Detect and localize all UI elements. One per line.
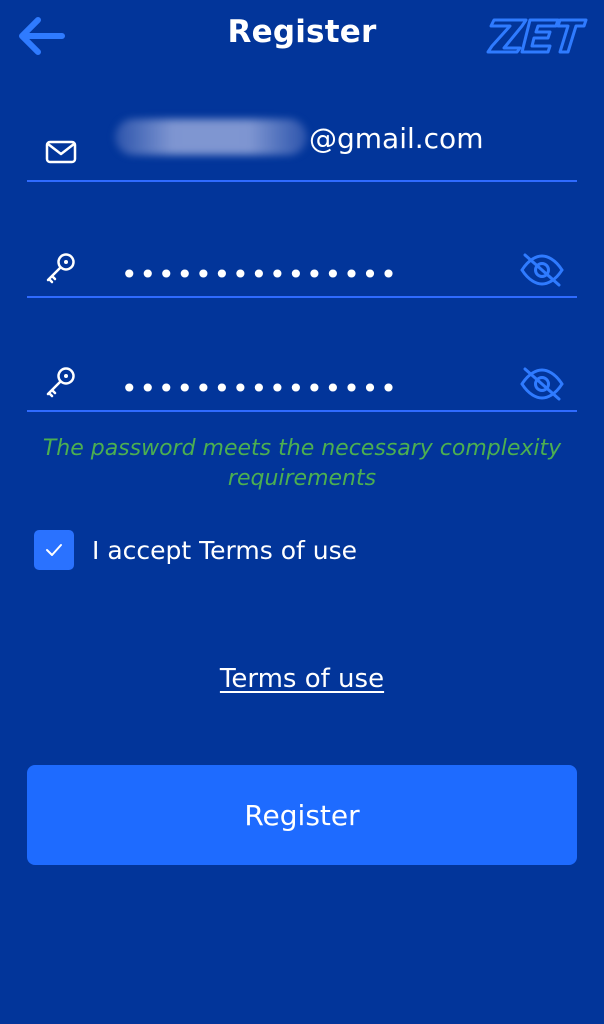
header: Register [0, 0, 604, 72]
terms-of-use-link[interactable]: Terms of use [220, 664, 384, 694]
password-field[interactable]: ••••••••••••••• [27, 236, 577, 298]
key-icon [43, 250, 79, 286]
toggle-confirm-password-visibility-button[interactable] [517, 364, 567, 404]
email-value: @gmail.com [115, 119, 484, 155]
confirm-password-field[interactable]: ••••••••••••••• [27, 350, 577, 412]
checkmark-icon [46, 544, 62, 556]
terms-link-container: Terms of use [0, 664, 604, 694]
toggle-password-visibility-button[interactable] [517, 250, 567, 290]
password-value: ••••••••••••••• [121, 258, 399, 291]
confirm-password-value: ••••••••••••••• [121, 372, 399, 405]
mail-icon [43, 134, 79, 170]
key-icon [43, 364, 79, 400]
password-complexity-hint: The password meets the necessary complex… [42, 436, 562, 491]
eye-off-icon [520, 253, 564, 287]
register-button[interactable]: Register [27, 765, 577, 865]
accept-terms-row: I accept Terms of use [34, 530, 357, 570]
zet-logo [486, 18, 588, 54]
eye-off-icon [520, 367, 564, 401]
accept-terms-label: I accept Terms of use [92, 535, 357, 565]
email-domain: @gmail.com [309, 122, 484, 155]
redacted-email-user [115, 119, 307, 155]
accept-terms-checkbox[interactable] [34, 530, 74, 570]
email-field[interactable]: @gmail.com [27, 119, 577, 182]
